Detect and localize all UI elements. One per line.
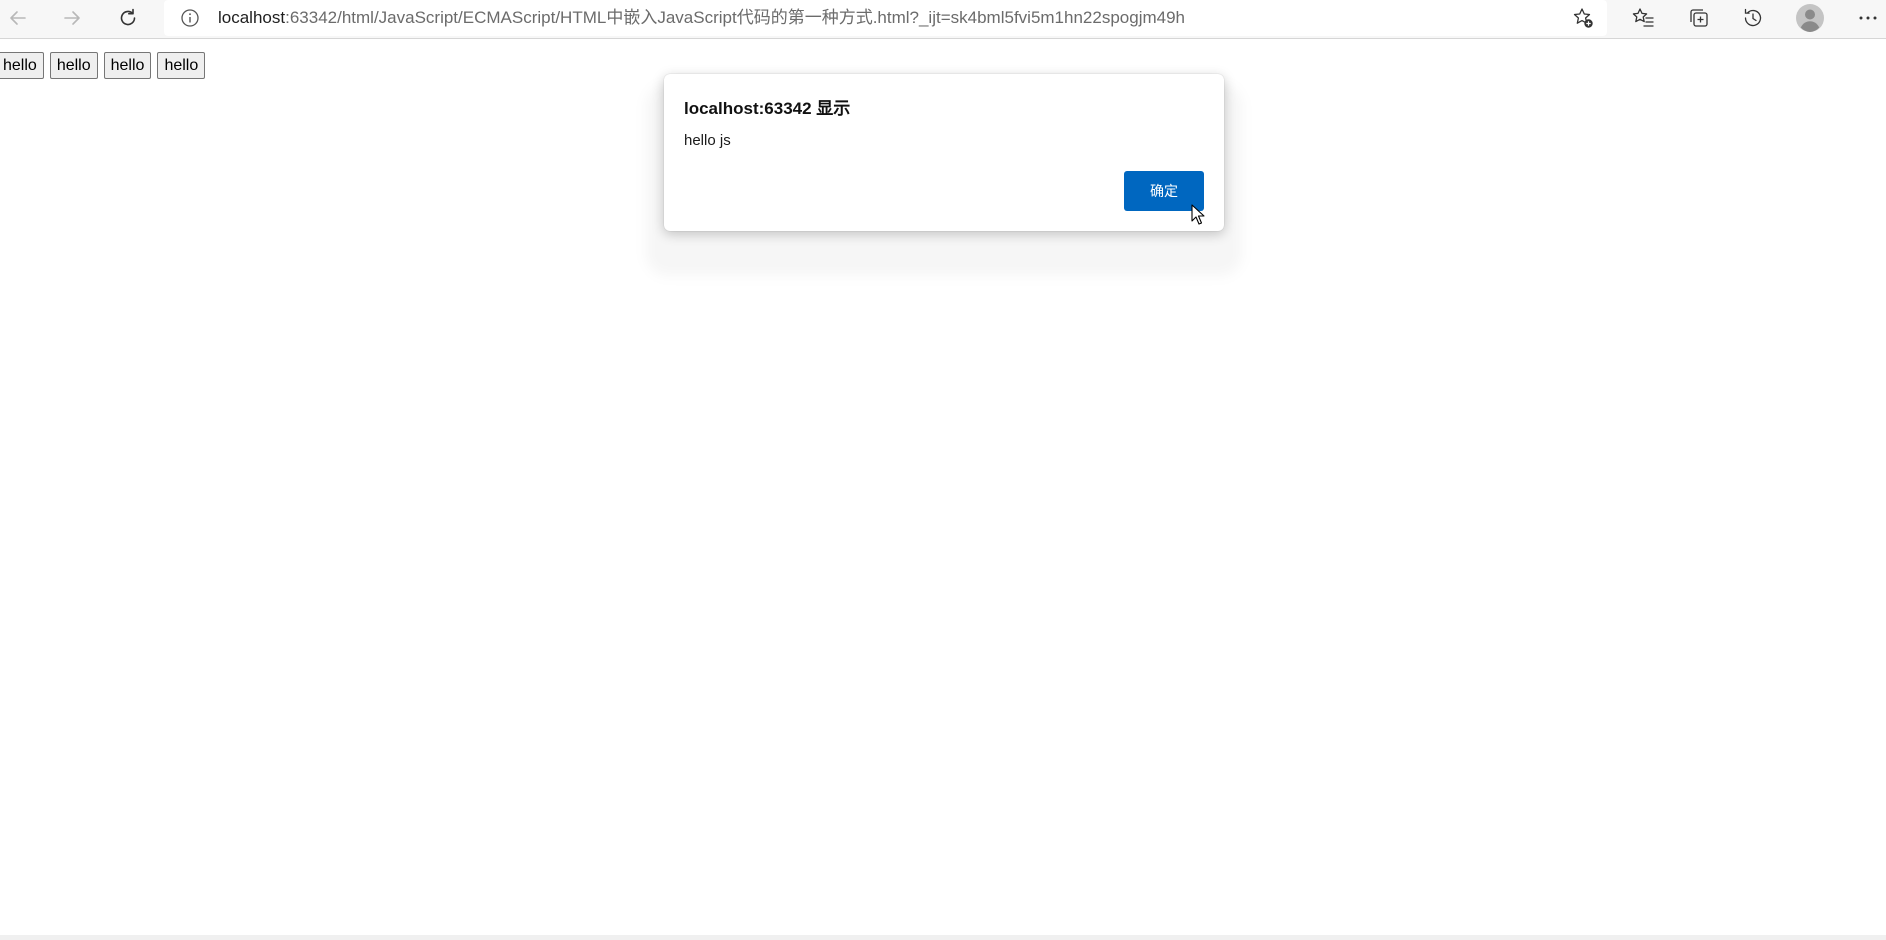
hello-button[interactable]: hello bbox=[49, 52, 98, 79]
dialog-message: hello js bbox=[684, 132, 731, 149]
url-text[interactable]: localhost:63342/html/JavaScript/ECMAScri… bbox=[218, 6, 1185, 30]
profile-avatar-icon[interactable] bbox=[1794, 2, 1826, 34]
hello-button[interactable]: hello bbox=[103, 52, 152, 79]
address-bar[interactable]: localhost:63342/html/JavaScript/ECMAScri… bbox=[164, 0, 1607, 36]
hello-button[interactable]: hello bbox=[0, 52, 44, 79]
info-icon[interactable] bbox=[178, 6, 202, 30]
favorites-icon[interactable] bbox=[1627, 2, 1659, 34]
refresh-icon[interactable] bbox=[112, 2, 144, 34]
history-icon[interactable] bbox=[1737, 2, 1769, 34]
mouse-cursor-icon bbox=[1191, 204, 1205, 225]
forward-arrow-icon[interactable] bbox=[56, 2, 88, 34]
page-content: hello hello hello hello localhost:63342 … bbox=[0, 39, 1886, 940]
back-arrow-icon[interactable] bbox=[2, 2, 34, 34]
hello-button-row: hello hello hello hello bbox=[0, 52, 206, 79]
hello-button[interactable]: hello bbox=[157, 52, 206, 79]
collections-icon[interactable] bbox=[1683, 2, 1715, 34]
url-host: localhost bbox=[218, 8, 286, 27]
browser-toolbar: localhost:63342/html/JavaScript/ECMAScri… bbox=[0, 0, 1886, 39]
dialog-title: localhost:63342 显示 bbox=[684, 99, 851, 118]
more-menu-icon[interactable] bbox=[1852, 2, 1884, 34]
url-path: :63342/html/JavaScript/ECMAScript/HTML中嵌… bbox=[285, 8, 1185, 27]
bottom-edge bbox=[0, 935, 1886, 940]
star-plus-icon[interactable] bbox=[1567, 2, 1599, 34]
alert-dialog: localhost:63342 显示 hello js 确定 bbox=[664, 74, 1224, 231]
